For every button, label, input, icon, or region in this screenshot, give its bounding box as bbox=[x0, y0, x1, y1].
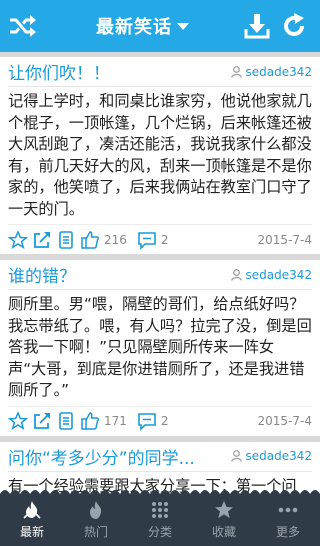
joke-card[interactable]: 谁的错？ sedade342 厕所里。男“喂，隔壁的哥们，给点纸好吗？我忘带纸了… bbox=[0, 260, 320, 436]
share-icon[interactable] bbox=[32, 230, 52, 250]
joke-text: 厕所里。男“喂，隔壁的哥们，给点纸好吗？我忘带纸了。喂，有人吗？拉完了没，倒是回… bbox=[8, 295, 312, 399]
tab-label: 分类 bbox=[147, 525, 172, 539]
more-icon bbox=[278, 507, 298, 513]
joke-title[interactable]: 谁的错？ bbox=[8, 262, 76, 287]
tab-favorites[interactable]: 收藏 bbox=[192, 494, 256, 546]
like-count: 216 bbox=[104, 232, 127, 247]
tab-label: 收藏 bbox=[211, 525, 236, 539]
star-icon bbox=[215, 501, 233, 518]
grid-icon bbox=[152, 502, 168, 518]
comment-icon[interactable] bbox=[137, 230, 157, 250]
tab-label: 最新 bbox=[19, 525, 44, 539]
author-name: sedade342 bbox=[245, 64, 312, 79]
user-icon bbox=[231, 268, 243, 281]
share-icon[interactable] bbox=[32, 411, 52, 431]
tab-more[interactable]: 更多 bbox=[256, 494, 320, 546]
author[interactable]: sedade342 bbox=[231, 65, 312, 79]
joke-title[interactable]: 让你们吹！！ bbox=[8, 59, 110, 84]
comment-icon[interactable] bbox=[137, 411, 157, 431]
author[interactable]: sedade342 bbox=[231, 449, 312, 463]
comment-count: 2 bbox=[160, 414, 169, 428]
comment-count: 2 bbox=[160, 232, 169, 247]
tab-latest[interactable]: 最新 bbox=[0, 494, 64, 546]
joke-card[interactable]: 让你们吹！！ sedade342 记得上学时，和同桌比谁家穷，他说他家就几个棍子… bbox=[0, 57, 320, 254]
star-icon[interactable] bbox=[8, 411, 28, 431]
refresh-icon[interactable] bbox=[280, 12, 308, 40]
bottom-nav: 最新 热门 分类 收藏 更多 bbox=[0, 494, 320, 546]
fire-icon bbox=[90, 501, 102, 519]
flame-icon bbox=[23, 501, 41, 519]
author-name: sedade342 bbox=[245, 449, 312, 463]
thumbs-up-icon[interactable] bbox=[80, 411, 100, 431]
user-icon bbox=[231, 65, 243, 78]
tab-hot[interactable]: 热门 bbox=[64, 494, 128, 546]
shuffle-icon[interactable] bbox=[8, 13, 36, 39]
joke-feed[interactable]: 让你们吹！！ sedade342 记得上学时，和同桌比谁家穷，他说他家就几个棍子… bbox=[0, 52, 320, 494]
tab-category[interactable]: 分类 bbox=[128, 494, 192, 546]
author-name: sedade342 bbox=[245, 267, 312, 282]
post-date: 2015-7-4 bbox=[257, 232, 312, 247]
copy-icon[interactable] bbox=[56, 411, 76, 431]
thumbs-up-icon[interactable] bbox=[80, 230, 100, 250]
tab-label: 热门 bbox=[83, 525, 108, 539]
joke-text: 记得上学时，和同桌比谁家穷，他说他家就几个棍子，一顶帐篷，几个烂锅，后来帐篷还被… bbox=[8, 92, 312, 218]
top-bar: 最新笑话 bbox=[0, 0, 320, 52]
category-dropdown[interactable]: 最新笑话 bbox=[96, 10, 189, 42]
page-title: 最新笑话 bbox=[96, 17, 172, 38]
download-icon[interactable] bbox=[244, 12, 270, 40]
joke-title[interactable]: 问你“考多少分”的同学... bbox=[8, 444, 195, 469]
like-count: 171 bbox=[104, 414, 127, 428]
author[interactable]: sedade342 bbox=[231, 268, 312, 282]
star-icon[interactable] bbox=[8, 229, 28, 250]
copy-icon[interactable] bbox=[56, 230, 76, 250]
tab-label: 更多 bbox=[275, 525, 300, 539]
caret-down-icon bbox=[177, 22, 189, 30]
user-icon bbox=[231, 450, 243, 462]
post-date: 2015-7-4 bbox=[257, 414, 312, 428]
